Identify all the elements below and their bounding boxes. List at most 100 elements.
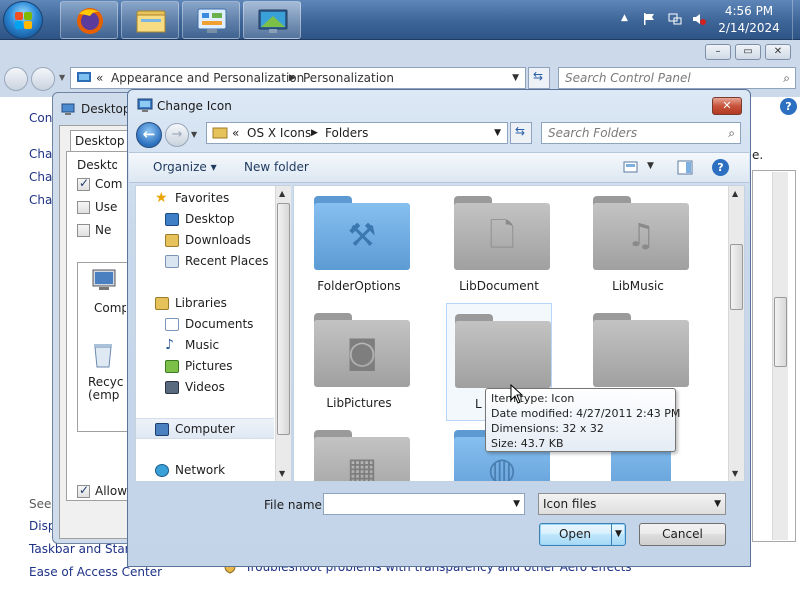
scroll-up-icon[interactable]: ▲ xyxy=(279,189,285,198)
cp-address-bar[interactable]: « Appearance and Personalization ▶ Perso… xyxy=(70,67,526,89)
folder-icon xyxy=(136,10,166,33)
taskbar-start-link[interactable]: Taskbar and Start xyxy=(29,542,134,556)
nav-pane-scrollbar[interactable]: ▲ ▼ xyxy=(275,186,291,481)
breadcrumb-separator-icon[interactable]: ▶ xyxy=(311,123,318,143)
scrollbar-thumb[interactable] xyxy=(774,297,787,367)
view-options-dropdown-icon[interactable]: ▼ xyxy=(647,161,654,171)
address-dropdown-icon[interactable]: ▼ xyxy=(512,68,519,88)
show-hidden-icons-chevron-icon[interactable]: ▲ xyxy=(621,13,635,27)
refresh-button[interactable]: ⇆ xyxy=(510,122,532,144)
cp-theme-list-scrollbar[interactable] xyxy=(772,172,788,540)
nav-videos[interactable]: Videos xyxy=(136,377,274,398)
cp-main-text-fragment: e. xyxy=(752,148,764,162)
close-window-button[interactable]: ✕ xyxy=(765,44,791,60)
nav-recent-places[interactable]: Recent Places xyxy=(136,251,274,272)
breadcrumb-os-x-icons[interactable]: OS X Icons xyxy=(247,123,311,143)
network-checkbox[interactable] xyxy=(77,224,90,237)
new-folder-button[interactable]: New folder xyxy=(244,160,309,174)
tooltip-dimensions: Dimensions: 32 x 32 xyxy=(491,422,604,435)
open-button[interactable]: Open ▼ xyxy=(539,523,626,546)
nav-scrollbar-thumb[interactable] xyxy=(277,203,290,435)
taskbar-explorer-button[interactable] xyxy=(121,1,179,39)
scroll-up-icon[interactable]: ▲ xyxy=(732,189,738,198)
file-list-scrollbar-thumb[interactable] xyxy=(730,244,743,310)
file-item-label: LibMusic xyxy=(612,279,664,293)
users-files-checkbox[interactable] xyxy=(77,201,90,214)
cp-recent-pages-dropdown-icon[interactable]: ▼ xyxy=(59,73,65,82)
cp-address-prefix[interactable]: « xyxy=(96,68,103,88)
cp-refresh-button[interactable]: ⇆ xyxy=(528,67,550,89)
address-overflow[interactable]: « xyxy=(232,123,239,143)
start-button[interactable] xyxy=(3,1,43,39)
taskbar-display-button[interactable] xyxy=(243,1,301,39)
back-button[interactable]: ← xyxy=(136,122,162,148)
nav-computer[interactable]: Computer xyxy=(136,418,274,439)
recycle-bin-icon[interactable] xyxy=(90,341,116,369)
nav-network[interactable]: Network xyxy=(136,460,274,481)
nav-desktop[interactable]: Desktop xyxy=(136,209,274,230)
file-item[interactable]: ♫ LibMusic xyxy=(585,186,691,304)
cp-left-link-1[interactable]: Con xyxy=(29,111,52,125)
cp-search-input[interactable]: Search Control Panel ⌕ xyxy=(558,67,796,89)
taskbar-control-panel-button[interactable] xyxy=(182,1,240,39)
cancel-button[interactable]: Cancel xyxy=(639,523,726,546)
address-bar[interactable]: « OS X Icons ▶ Folders ▼ xyxy=(206,122,508,144)
close-button[interactable]: ✕ xyxy=(712,97,742,115)
preview-pane-icon[interactable] xyxy=(677,160,693,175)
show-desktop-button[interactable] xyxy=(792,0,800,40)
system-clock[interactable]: 4:56 PM 2/14/2024 xyxy=(704,3,794,37)
network-icon[interactable] xyxy=(668,12,682,26)
cp-left-link-3[interactable]: Cha xyxy=(29,170,52,184)
nav-music[interactable]: ♪ Music xyxy=(136,335,274,356)
file-item[interactable]: ⚒ FolderOptions xyxy=(306,186,412,304)
nav-libraries[interactable]: Libraries xyxy=(136,293,274,314)
mouse-cursor-icon xyxy=(510,384,524,404)
cp-forward-button[interactable] xyxy=(31,67,55,91)
nav-favorites[interactable]: ★ Favorites xyxy=(136,188,274,209)
ease-of-access-link[interactable]: Ease of Access Center xyxy=(29,565,162,579)
computer-icon[interactable] xyxy=(90,268,118,294)
computer-checkbox[interactable] xyxy=(77,176,90,191)
allow-themes-checkbox[interactable] xyxy=(77,483,90,498)
scroll-down-icon[interactable]: ▼ xyxy=(279,469,285,478)
breadcrumb-personalization[interactable]: Personalization xyxy=(303,68,394,88)
file-item[interactable]: 🗋 LibDocument xyxy=(446,186,552,304)
file-type-select[interactable]: Icon files ▼ xyxy=(538,493,726,515)
tooltip-date-modified: Date modified: 4/27/2011 2:43 PM xyxy=(491,407,681,420)
search-folders-input[interactable]: Search Folders ⌕ xyxy=(541,122,741,144)
maximize-button[interactable]: ▭ xyxy=(735,44,761,60)
breadcrumb-separator-icon[interactable]: ▶ xyxy=(289,68,296,88)
forward-arrow-icon: → xyxy=(171,127,183,142)
dis-group-label: Desktop xyxy=(77,158,117,172)
open-split-dropdown-icon[interactable]: ▼ xyxy=(611,524,625,545)
file-type-dropdown-icon[interactable]: ▼ xyxy=(714,494,721,514)
cp-search-placeholder: Search Control Panel xyxy=(565,71,691,85)
recent-locations-dropdown-icon[interactable]: ▼ xyxy=(191,130,197,139)
minimize-button[interactable]: – xyxy=(705,44,731,60)
file-list-scrollbar[interactable]: ▲ ▼ xyxy=(728,186,744,481)
file-name-input[interactable]: ▼ xyxy=(323,493,525,515)
help-icon[interactable]: ? xyxy=(712,159,729,176)
movies-folder-icon: ▦ xyxy=(314,430,410,481)
file-name-dropdown-icon[interactable]: ▼ xyxy=(513,494,520,514)
nav-documents[interactable]: Documents xyxy=(136,314,274,335)
file-name-label: File name: xyxy=(264,498,326,512)
cp-left-link-4[interactable]: Cha xyxy=(29,193,52,207)
help-icon[interactable]: ? xyxy=(780,98,797,115)
address-dropdown-icon[interactable]: ▼ xyxy=(494,123,501,143)
action-center-flag-icon[interactable] xyxy=(642,12,656,26)
organize-button[interactable]: Organize ▾ xyxy=(153,160,217,174)
scroll-down-icon[interactable]: ▼ xyxy=(732,469,738,478)
file-item[interactable]: ▦ xyxy=(306,420,412,481)
forward-button[interactable]: → xyxy=(165,123,189,147)
taskbar-firefox-button[interactable] xyxy=(60,1,118,39)
breadcrumb-appearance[interactable]: Appearance and Personalization xyxy=(111,68,304,88)
star-icon: ★ xyxy=(155,190,168,206)
change-view-icon[interactable] xyxy=(623,161,639,174)
breadcrumb-folders[interactable]: Folders xyxy=(325,123,368,143)
nav-pictures[interactable]: Pictures xyxy=(136,356,274,377)
cp-left-link-2[interactable]: Cha xyxy=(29,147,52,161)
file-item[interactable]: ◙ LibPictures xyxy=(306,303,412,421)
nav-downloads[interactable]: Downloads xyxy=(136,230,274,251)
cp-back-button[interactable] xyxy=(4,67,28,91)
